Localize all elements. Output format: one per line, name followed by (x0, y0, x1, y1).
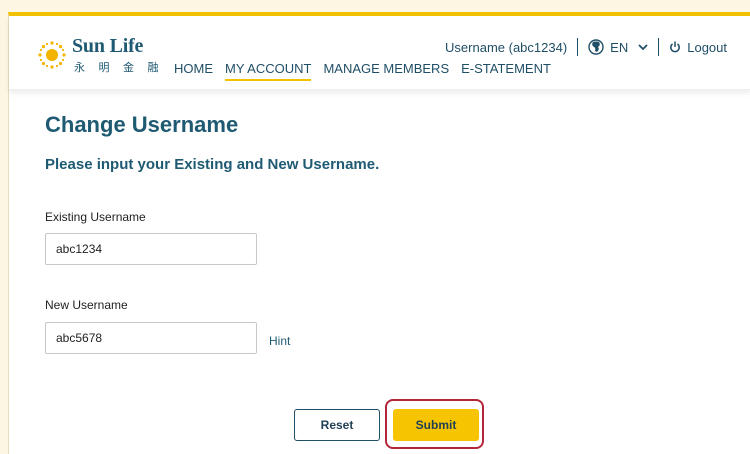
main-nav: HOME MY ACCOUNT MANAGE MEMBERS E-STATEME… (174, 61, 563, 81)
brand-name: Sun Life (72, 35, 144, 57)
existing-username-label: Existing Username (45, 210, 146, 224)
divider (577, 38, 579, 56)
page-title: Change Username (45, 112, 239, 137)
language-selector[interactable]: EN (588, 39, 648, 55)
power-icon (670, 41, 681, 53)
username-display: Username (abc1234) (445, 39, 568, 55)
hint-link[interactable]: Hint (269, 334, 290, 348)
sun-life-logo[interactable]: Sun Life 永 明 金 融 (37, 34, 167, 74)
submit-button[interactable]: Submit (393, 409, 479, 441)
globe-icon (588, 39, 604, 55)
reset-button[interactable]: Reset (294, 409, 380, 441)
logout-label: Logout (687, 39, 727, 55)
header-utilities: Username (abc1234) EN Logout (445, 38, 727, 56)
nav-my-account[interactable]: MY ACCOUNT (225, 61, 312, 81)
brand-subname: 永 明 金 融 (74, 61, 164, 74)
new-username-input[interactable] (45, 322, 257, 354)
sun-logo-icon (38, 41, 66, 69)
chevron-down-icon (638, 44, 648, 51)
nav-e-statement[interactable]: E-STATEMENT (461, 61, 551, 81)
logout-link[interactable]: Logout (669, 40, 727, 55)
divider (658, 38, 660, 56)
new-username-label: New Username (45, 298, 128, 312)
existing-username-input[interactable] (45, 233, 257, 265)
site-header: Sun Life 永 明 金 融 HOME MY ACCOUNT MANAGE … (9, 16, 750, 90)
page-subtitle: Please input your Existing and New Usern… (45, 156, 380, 173)
nav-home[interactable]: HOME (174, 61, 213, 81)
nav-manage-members[interactable]: MANAGE MEMBERS (323, 61, 449, 81)
page-frame: Sun Life 永 明 金 融 HOME MY ACCOUNT MANAGE … (8, 12, 750, 454)
language-label: EN (610, 39, 629, 55)
